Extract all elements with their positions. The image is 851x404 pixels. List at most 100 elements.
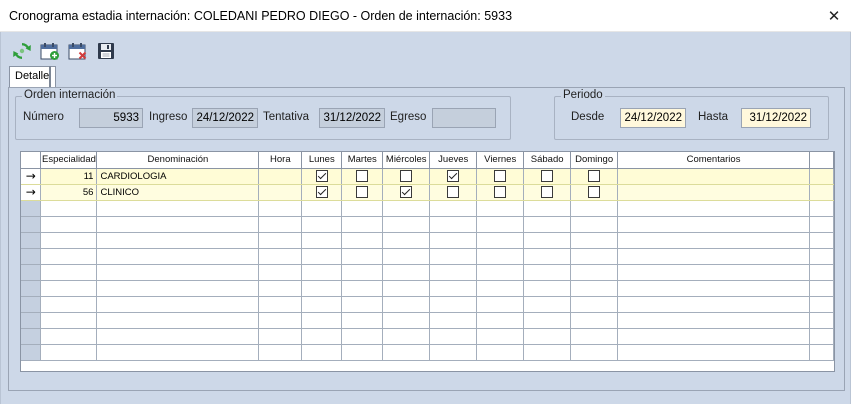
empty-cell[interactable] <box>617 200 810 217</box>
desde-field[interactable]: 24/12/2022 <box>620 108 686 128</box>
lunes-checkbox[interactable] <box>315 170 328 182</box>
row-indicator[interactable] <box>21 232 42 249</box>
empty-cell[interactable] <box>809 312 834 329</box>
empty-cell[interactable] <box>341 248 384 265</box>
empty-cell[interactable] <box>96 216 260 233</box>
empty-cell[interactable] <box>429 328 478 345</box>
empty-cell[interactable] <box>40 216 98 233</box>
jueves-checkbox[interactable] <box>447 170 460 182</box>
cell-comentarios[interactable] <box>617 168 810 185</box>
empty-cell[interactable] <box>40 296 98 313</box>
empty-cell[interactable] <box>809 328 834 345</box>
empty-cell[interactable] <box>429 264 478 281</box>
column-header-miercoles[interactable]: Miércoles <box>382 152 431 169</box>
empty-cell[interactable] <box>523 296 572 313</box>
empty-cell[interactable] <box>523 344 572 361</box>
empty-cell[interactable] <box>809 216 834 233</box>
numero-field[interactable]: 5933 <box>79 108 143 128</box>
empty-cell[interactable] <box>809 344 834 361</box>
empty-cell[interactable] <box>617 232 810 249</box>
column-header-scroll[interactable] <box>809 152 834 169</box>
cell-hora[interactable] <box>258 184 303 201</box>
empty-cell[interactable] <box>382 296 431 313</box>
empty-cell[interactable] <box>382 280 431 297</box>
cell-denominacion[interactable]: CLINICO <box>96 184 260 201</box>
empty-cell[interactable] <box>96 280 260 297</box>
empty-cell[interactable] <box>617 296 810 313</box>
empty-cell[interactable] <box>809 264 834 281</box>
empty-cell[interactable] <box>809 232 834 249</box>
empty-cell[interactable] <box>40 280 98 297</box>
empty-cell[interactable] <box>570 280 619 297</box>
miercoles-checkbox[interactable] <box>400 186 413 198</box>
empty-cell[interactable] <box>476 248 525 265</box>
empty-cell[interactable] <box>258 232 303 249</box>
empty-cell[interactable] <box>617 280 810 297</box>
empty-cell[interactable] <box>476 200 525 217</box>
empty-cell[interactable] <box>96 328 260 345</box>
martes-checkbox[interactable] <box>356 186 369 198</box>
column-header-comentarios[interactable]: Comentarios <box>617 152 810 169</box>
domingo-checkbox[interactable] <box>588 170 601 182</box>
empty-cell[interactable] <box>258 328 303 345</box>
empty-cell[interactable] <box>40 328 98 345</box>
empty-row[interactable] <box>21 280 834 297</box>
empty-cell[interactable] <box>476 280 525 297</box>
cell-especialidad[interactable]: 56 <box>40 184 98 201</box>
empty-cell[interactable] <box>523 264 572 281</box>
empty-cell[interactable] <box>429 248 478 265</box>
row-indicator[interactable] <box>21 248 42 265</box>
column-header-indicator[interactable] <box>21 152 42 169</box>
empty-cell[interactable] <box>96 232 260 249</box>
row-indicator[interactable]: → <box>21 168 42 185</box>
empty-cell[interactable] <box>258 248 303 265</box>
empty-cell[interactable] <box>476 216 525 233</box>
empty-cell[interactable] <box>382 344 431 361</box>
row-indicator[interactable] <box>21 280 42 297</box>
empty-cell[interactable] <box>523 232 572 249</box>
add-schedule-button[interactable] <box>39 40 61 62</box>
empty-cell[interactable] <box>476 232 525 249</box>
close-button[interactable]: ✕ <box>817 0 851 32</box>
empty-cell[interactable] <box>570 296 619 313</box>
empty-cell[interactable] <box>523 200 572 217</box>
empty-cell[interactable] <box>258 312 303 329</box>
empty-cell[interactable] <box>476 344 525 361</box>
empty-cell[interactable] <box>341 296 384 313</box>
column-header-jueves[interactable]: Jueves <box>429 152 478 169</box>
empty-cell[interactable] <box>40 312 98 329</box>
empty-row[interactable] <box>21 312 834 329</box>
empty-cell[interactable] <box>96 200 260 217</box>
lunes-checkbox[interactable] <box>315 186 328 198</box>
empty-cell[interactable] <box>476 328 525 345</box>
empty-row[interactable] <box>21 232 834 249</box>
empty-cell[interactable] <box>301 248 343 265</box>
row-indicator[interactable] <box>21 296 42 313</box>
empty-row[interactable] <box>21 200 834 217</box>
empty-cell[interactable] <box>382 216 431 233</box>
save-button[interactable] <box>95 40 117 62</box>
empty-cell[interactable] <box>523 312 572 329</box>
empty-cell[interactable] <box>570 248 619 265</box>
empty-cell[interactable] <box>617 264 810 281</box>
row-indicator[interactable] <box>21 344 42 361</box>
empty-cell[interactable] <box>429 200 478 217</box>
empty-cell[interactable] <box>301 264 343 281</box>
empty-cell[interactable] <box>341 264 384 281</box>
empty-cell[interactable] <box>341 312 384 329</box>
empty-cell[interactable] <box>476 264 525 281</box>
empty-cell[interactable] <box>523 328 572 345</box>
table-row[interactable]: → 11 CARDIOLOGIA <box>21 168 834 185</box>
empty-cell[interactable] <box>258 296 303 313</box>
ingreso-field[interactable]: 24/12/2022 <box>192 108 258 128</box>
empty-cell[interactable] <box>40 264 98 281</box>
sabado-checkbox[interactable] <box>541 170 554 182</box>
schedule-grid[interactable]: Especialidad Denominación Hora Lunes Martes M… <box>20 151 835 372</box>
empty-cell[interactable] <box>96 296 260 313</box>
column-header-viernes[interactable]: Viernes <box>476 152 525 169</box>
empty-cell[interactable] <box>429 312 478 329</box>
empty-cell[interactable] <box>617 216 810 233</box>
empty-cell[interactable] <box>570 328 619 345</box>
empty-cell[interactable] <box>96 312 260 329</box>
viernes-checkbox[interactable] <box>494 186 507 198</box>
